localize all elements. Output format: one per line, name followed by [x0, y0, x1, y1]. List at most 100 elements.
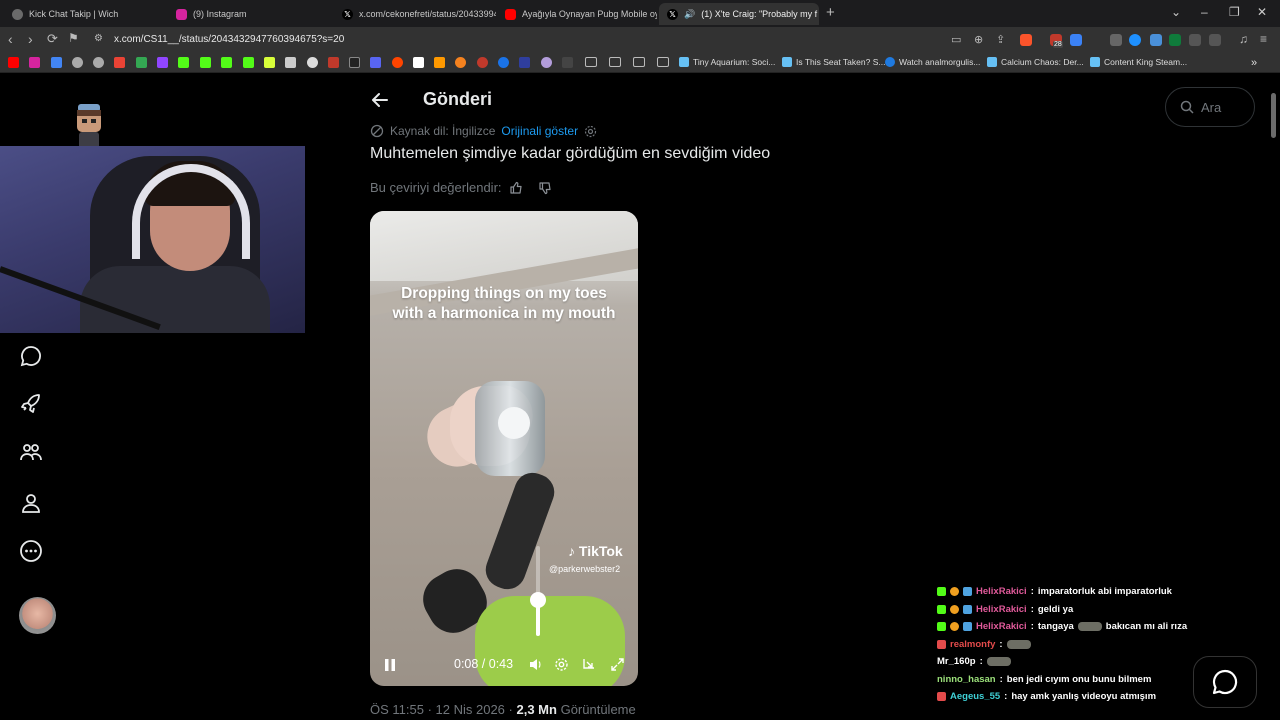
tab-kick-chat[interactable]: Kick Chat Takip | Wich [4, 3, 168, 25]
profile-icon[interactable] [19, 491, 43, 515]
translation-info: Kaynak dil: İngilizce Orijinali göster [370, 124, 597, 138]
chat-username[interactable]: realmonfy [950, 639, 995, 650]
bookmark-icon[interactable] [477, 57, 488, 68]
twitch-bookmark-icon[interactable] [157, 57, 168, 68]
bookmark-icon[interactable] [264, 57, 275, 68]
thumbs-down-icon[interactable] [538, 181, 552, 195]
bookmark-icon[interactable] [72, 57, 83, 68]
search-box[interactable]: Ara [1165, 87, 1255, 127]
extension-icon[interactable] [1129, 34, 1141, 46]
gear-icon[interactable] [584, 125, 597, 138]
tab-x-status[interactable]: 𝕏 x.com/cekonefreti/status/204339945 [334, 3, 496, 25]
share-icon[interactable]: ⇪ [996, 33, 1005, 46]
extension-icon[interactable] [1110, 34, 1122, 46]
chat-username[interactable]: Aegeus_55 [950, 691, 1000, 702]
bookmark-icon[interactable] [328, 57, 339, 68]
bookmark-tiny-aquarium[interactable]: Tiny Aquarium: Soci... [679, 57, 775, 67]
chat-text: imparatorluk abi imparatorluk [1037, 586, 1172, 598]
kick-bookmark-icon[interactable] [200, 57, 211, 68]
bookmark-calcium-chaos[interactable]: Calcium Chaos: Der... [987, 57, 1084, 67]
post-date[interactable]: 12 Nis 2026 [436, 702, 505, 717]
page-scrollbar[interactable] [1271, 93, 1276, 138]
drive-bookmark-icon[interactable] [136, 57, 147, 68]
back-button[interactable]: ‹ [8, 31, 13, 47]
brave-shield-icon[interactable] [1020, 34, 1032, 46]
x-bookmark-icon[interactable] [349, 57, 360, 68]
bookmark-seat-taken[interactable]: Is This Seat Taken? S... [782, 57, 885, 67]
fullscreen-icon[interactable] [610, 657, 625, 672]
chat-username[interactable]: HelixRakici [976, 586, 1027, 597]
pause-icon[interactable] [384, 658, 396, 672]
bookmark-icon[interactable] [455, 57, 466, 68]
reload-button[interactable]: ⟳ [47, 31, 58, 47]
amazon-bookmark-icon[interactable] [434, 57, 445, 68]
rocket-icon[interactable] [19, 391, 43, 415]
folder-icon[interactable] [609, 57, 621, 67]
youtube-bookmark-icon[interactable] [8, 57, 19, 68]
chat-username[interactable]: HelixRakici [976, 621, 1027, 632]
chat-username[interactable]: HelixRakici [976, 604, 1027, 615]
bookmark-icon[interactable] [285, 57, 296, 68]
volume-icon[interactable] [528, 657, 543, 672]
new-tab-button[interactable]: + [826, 4, 835, 21]
tab-instagram[interactable]: (9) Instagram [168, 3, 334, 25]
post-time[interactable]: ÖS 11:55 [370, 702, 424, 717]
chat-icon[interactable] [19, 344, 43, 368]
chat-separator: : [979, 656, 983, 668]
extension-icon[interactable] [1070, 34, 1082, 46]
kick-bookmark-icon[interactable] [243, 57, 254, 68]
tab-x-craig[interactable]: 𝕏 🔊 (1) X'te Craig: "Probably my f ✕ [659, 3, 819, 25]
folder-icon[interactable] [657, 57, 669, 67]
rate-translation-label: Bu çeviriyi değerlendir: [370, 180, 502, 195]
communities-icon[interactable] [19, 440, 43, 464]
site-info-icon[interactable]: ⚙ [94, 33, 103, 44]
bookmark-icon[interactable] [519, 57, 530, 68]
maximize-button[interactable]: ❐ [1229, 5, 1240, 19]
bookmark-icon[interactable] [498, 57, 509, 68]
tab-search-icon[interactable]: ⌄ [1171, 5, 1181, 19]
bookmark-icon[interactable] [93, 57, 104, 68]
chat-username[interactable]: ninno_hasan [937, 674, 996, 685]
volume-handle[interactable] [530, 592, 546, 608]
show-original-link[interactable]: Orijinali göster [501, 124, 578, 138]
bookmark-icon[interactable] [307, 57, 318, 68]
folder-icon[interactable] [633, 57, 645, 67]
url-field[interactable]: x.com/CS11__/status/2043432947760394675?… [114, 34, 344, 45]
tab-youtube[interactable]: Ayağıyla Oynayan Pubg Mobile oyun [497, 3, 657, 25]
bookmark-watch[interactable]: Watch analmorgulis... [885, 57, 980, 67]
extension-icon[interactable] [1169, 34, 1181, 46]
thumbs-up-icon[interactable] [509, 181, 523, 195]
instagram-bookmark-icon[interactable] [29, 57, 40, 68]
extension-icon[interactable] [1189, 34, 1201, 46]
bookmark-page-icon[interactable]: ⚑ [68, 31, 79, 45]
back-arrow-icon[interactable] [370, 90, 390, 110]
discord-bookmark-icon[interactable] [370, 57, 381, 68]
extension-icon[interactable] [1150, 34, 1162, 46]
picture-in-picture-icon[interactable] [581, 657, 596, 672]
kick-bookmark-icon[interactable] [221, 57, 232, 68]
folder-icon[interactable] [585, 57, 597, 67]
bookmark-icon[interactable] [413, 57, 424, 68]
bookmark-icon[interactable] [51, 57, 62, 68]
sidebar-icon[interactable] [1209, 34, 1221, 46]
video-player[interactable]: Dropping things on my toes with a harmon… [370, 211, 638, 686]
forward-button[interactable]: › [28, 31, 33, 47]
zoom-icon[interactable]: ⊕ [974, 33, 983, 46]
bookmark-icon[interactable] [562, 57, 573, 68]
menu-icon[interactable]: ≡ [1260, 32, 1267, 46]
minimize-button[interactable]: – [1201, 5, 1208, 19]
gmail-bookmark-icon[interactable] [114, 57, 125, 68]
more-bookmarks-icon[interactable]: » [1251, 57, 1257, 69]
media-icon[interactable]: ♫ [1239, 32, 1248, 46]
bookmark-content-king[interactable]: Content King Steam... [1090, 57, 1187, 67]
kick-bookmark-icon[interactable] [178, 57, 189, 68]
close-window-button[interactable]: ✕ [1257, 5, 1267, 19]
reddit-bookmark-icon[interactable] [392, 57, 403, 68]
bookmark-icon[interactable] [541, 57, 552, 68]
settings-gear-icon[interactable] [554, 657, 569, 672]
chat-username[interactable]: Mr_160p [937, 656, 976, 667]
cast-icon[interactable]: ▭ [951, 33, 961, 46]
more-icon[interactable] [19, 539, 43, 563]
account-avatar[interactable] [19, 597, 56, 634]
grok-chat-button[interactable] [1193, 656, 1257, 708]
